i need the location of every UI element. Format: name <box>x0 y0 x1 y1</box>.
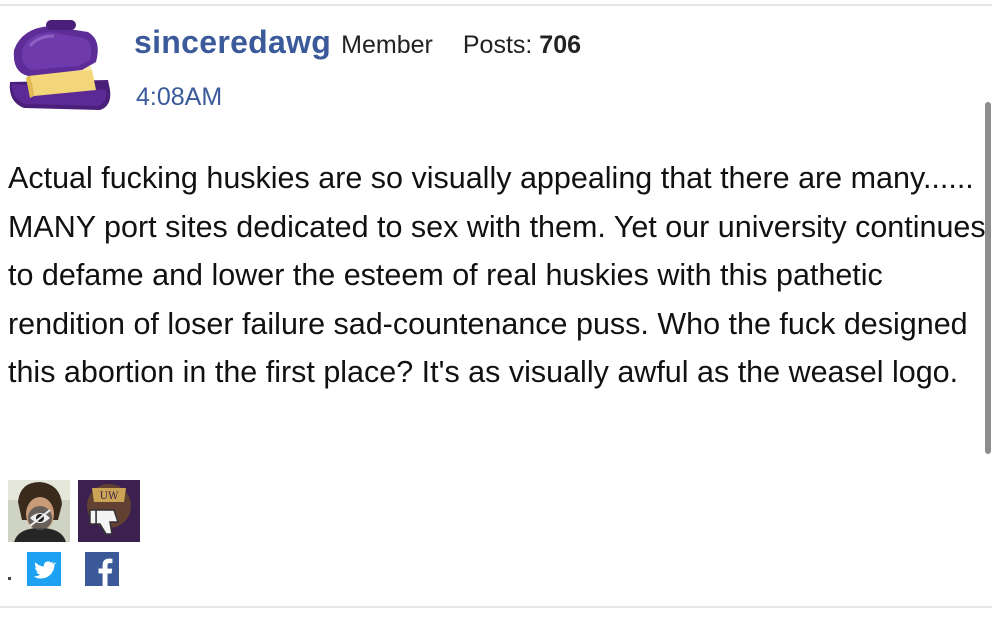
butter-dish-icon <box>9 20 111 110</box>
author-username[interactable]: sinceredawg <box>134 24 331 61</box>
divider-top <box>0 4 992 6</box>
post-count-label: Posts: <box>462 31 533 59</box>
disagree-reaction[interactable]: UW <box>78 480 140 542</box>
post-timestamp[interactable]: 4:08AM <box>136 83 222 112</box>
author-role: Member <box>341 31 433 59</box>
author-line: sinceredawg Member Posts: 706 <box>134 24 581 61</box>
scrollbar[interactable] <box>985 102 991 454</box>
reaction-list: UW <box>8 480 140 542</box>
facebook-f-icon <box>85 552 119 586</box>
post-body-text: Actual fucking huskies are so visually a… <box>8 161 986 389</box>
svg-text:UW: UW <box>100 491 119 502</box>
post-view: sinceredawg Member Posts: 706 4:08AM Act… <box>0 0 1000 620</box>
post-count: Posts: 706 <box>463 31 581 60</box>
facebook-share-button[interactable] <box>85 552 119 586</box>
twitter-share-button[interactable] <box>27 552 61 586</box>
post-count-value: 706 <box>539 31 582 59</box>
twitter-bird-icon <box>27 552 61 586</box>
author-avatar[interactable] <box>4 20 114 118</box>
divider-bottom <box>0 606 992 608</box>
share-separator-dot <box>8 576 11 580</box>
share-bar <box>8 552 119 586</box>
eye-icon <box>8 480 70 542</box>
thumbs-down-icon: UW <box>78 480 140 542</box>
insightful-reaction[interactable] <box>8 480 70 542</box>
post-body: Actual fucking huskies are so visually a… <box>8 154 998 397</box>
